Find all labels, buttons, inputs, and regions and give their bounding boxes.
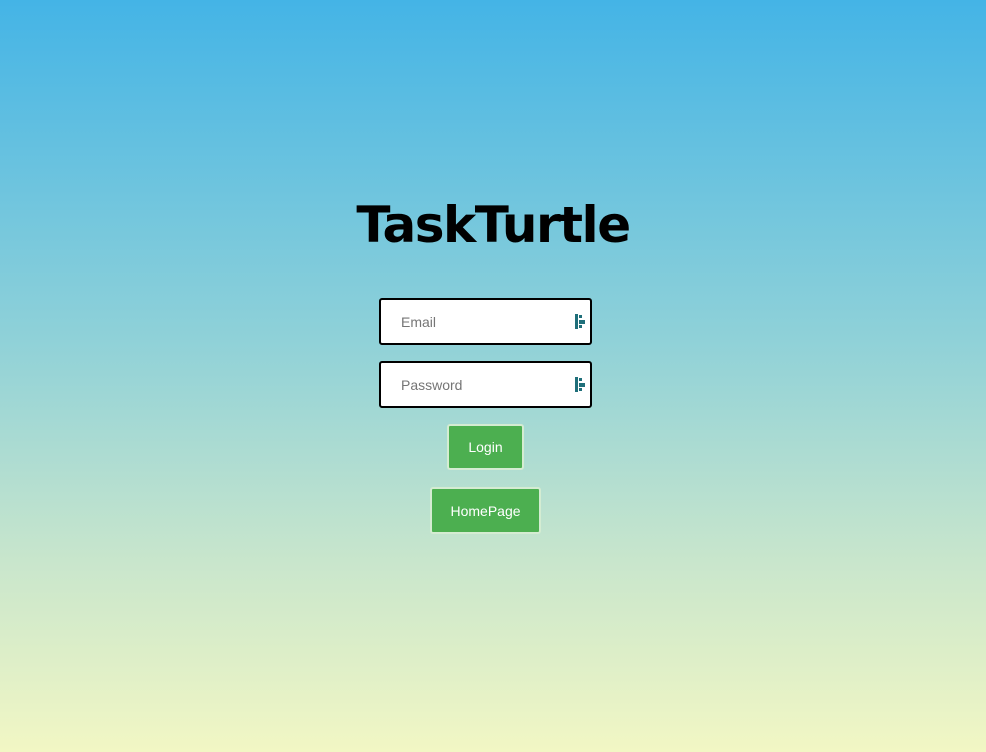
password-input[interactable] xyxy=(381,363,561,406)
homepage-button[interactable]: HomePage xyxy=(430,487,541,534)
app-title: TaskTurtle xyxy=(356,196,631,254)
email-field-container xyxy=(379,298,592,345)
password-field-container xyxy=(379,361,592,408)
password-manager-icon[interactable] xyxy=(575,314,587,329)
email-input[interactable] xyxy=(381,300,561,343)
password-manager-icon[interactable] xyxy=(575,377,587,392)
login-button[interactable]: Login xyxy=(447,424,524,470)
